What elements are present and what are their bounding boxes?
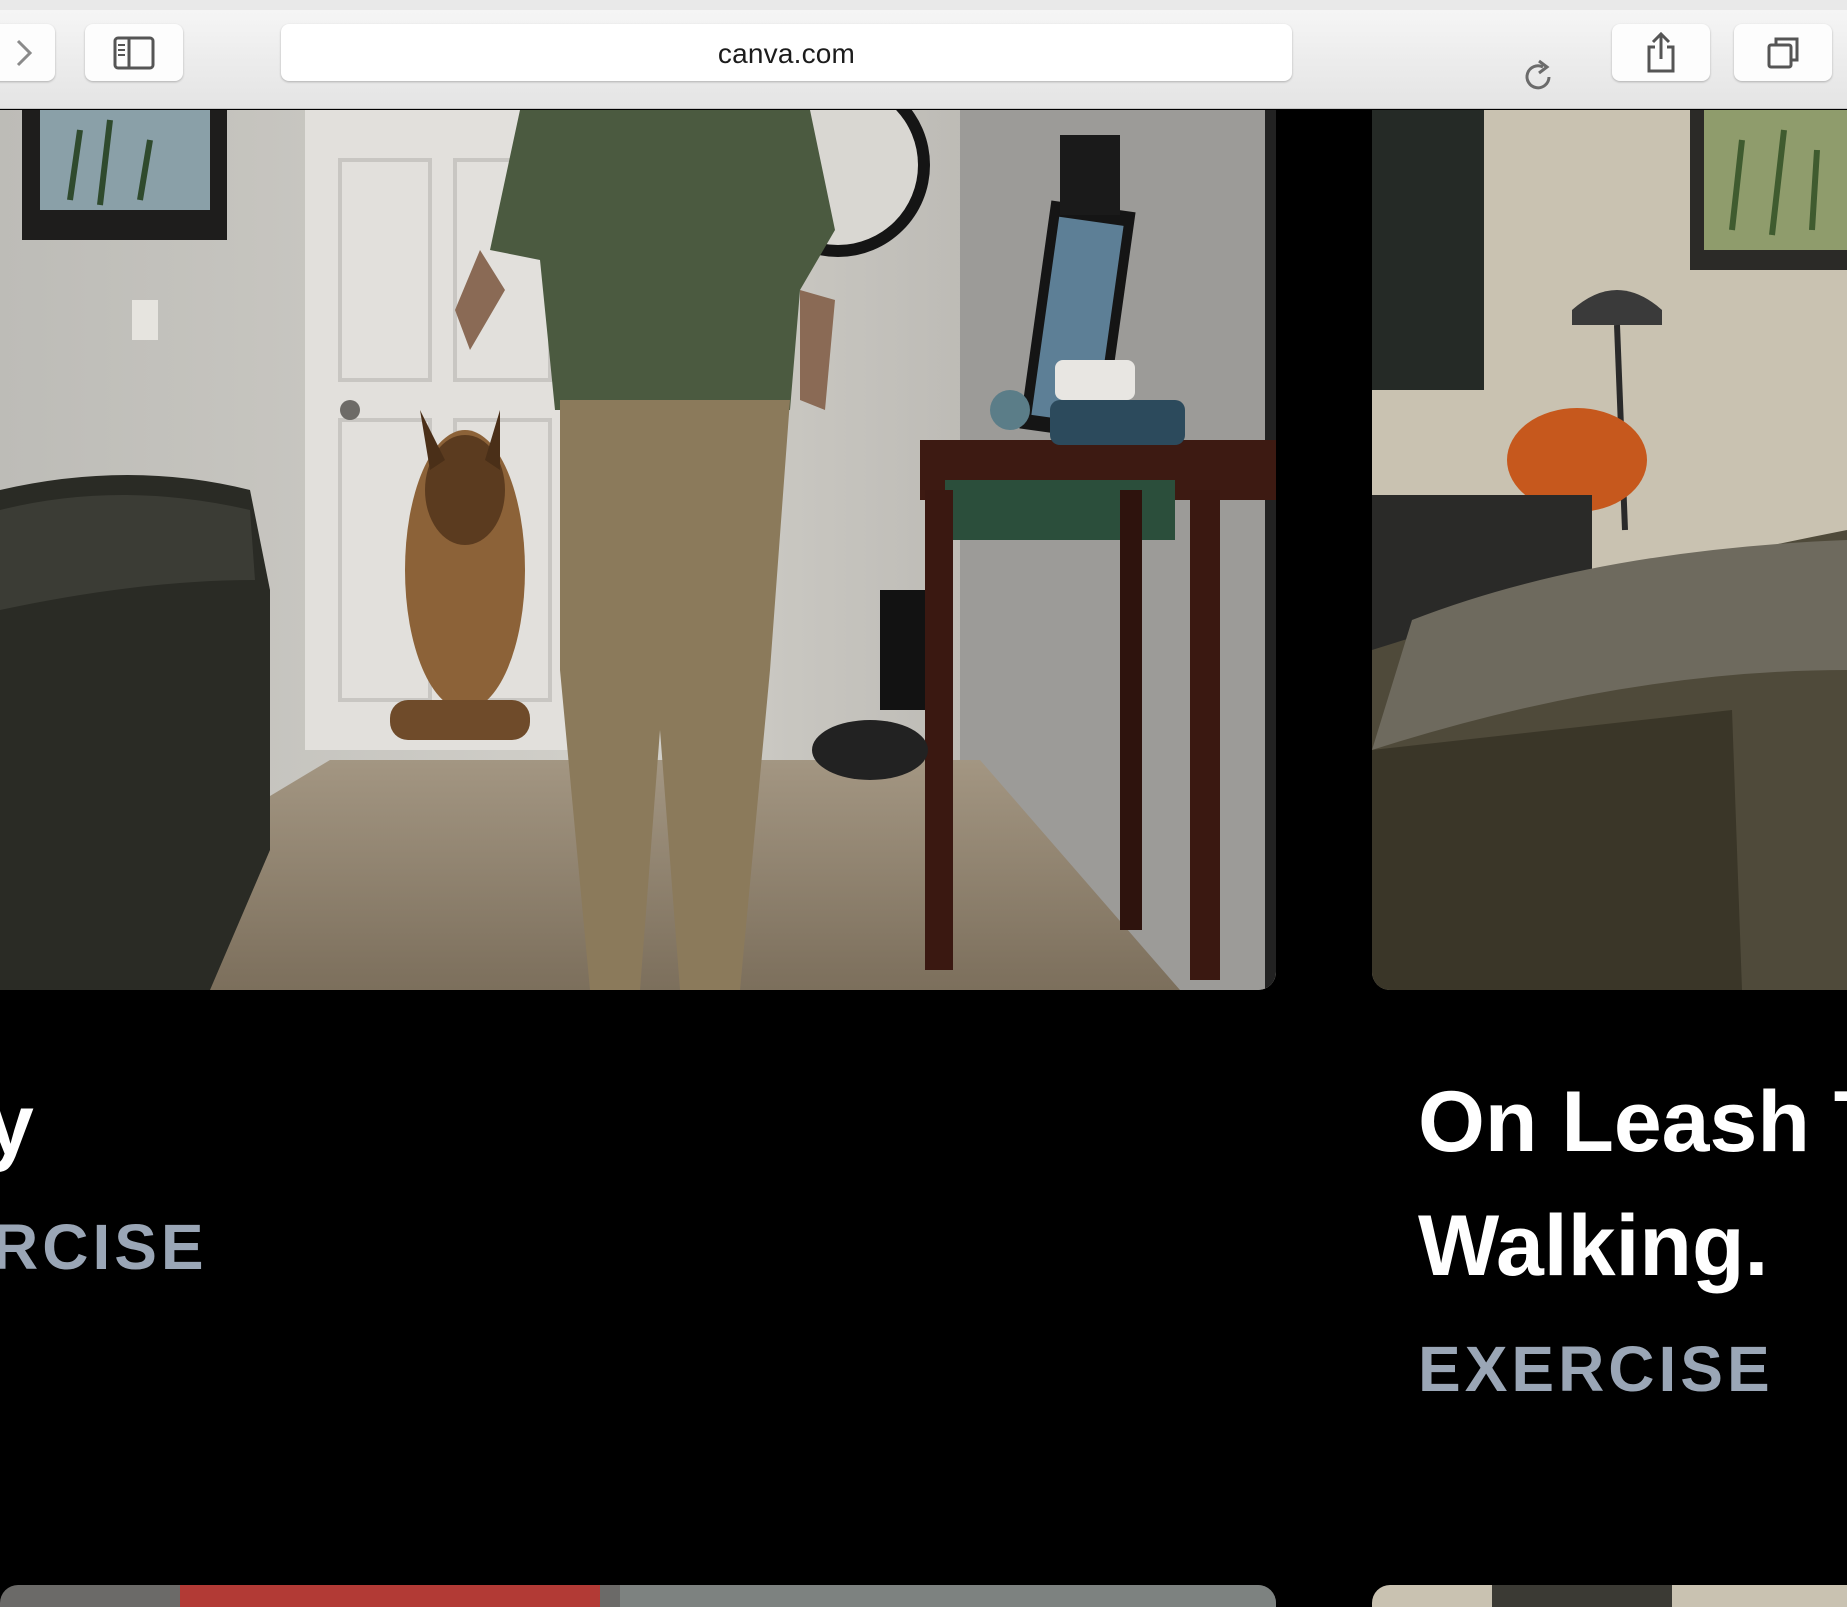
card-category: EXERCISE bbox=[1418, 1333, 1774, 1405]
url-text: canva.com bbox=[717, 38, 856, 69]
card-photo-dog-training[interactable] bbox=[0, 110, 1276, 990]
sidebar-button[interactable] bbox=[85, 24, 183, 81]
tabs-icon bbox=[1767, 37, 1799, 68]
share-icon bbox=[1647, 31, 1675, 72]
reload-icon[interactable] bbox=[1519, 57, 1557, 97]
chevron-right-icon bbox=[16, 39, 32, 66]
share-button[interactable] bbox=[1612, 24, 1710, 81]
tabs-button[interactable] bbox=[1734, 24, 1832, 81]
photo-illustration bbox=[1372, 110, 1847, 990]
card-photo-living-room[interactable] bbox=[1372, 110, 1847, 990]
photo-illustration bbox=[1372, 1585, 1847, 1607]
card-photo-next-row[interactable] bbox=[0, 1585, 1276, 1607]
photo-illustration bbox=[0, 110, 1276, 990]
card-title-line-1[interactable]: On Leash T bbox=[1418, 1060, 1847, 1184]
card-photo-next-row[interactable] bbox=[1372, 1585, 1847, 1607]
browser-toolbar: canva.com bbox=[0, 0, 1847, 109]
photo-illustration bbox=[0, 1585, 1276, 1607]
forward-button[interactable] bbox=[0, 24, 55, 81]
address-bar[interactable]: canva.com bbox=[281, 24, 1551, 90]
card-title-line-2[interactable]: Walking. bbox=[1418, 1184, 1768, 1308]
sidebar-icon bbox=[113, 36, 155, 69]
card-title[interactable]: y bbox=[0, 1063, 34, 1187]
card-category: RCISE bbox=[0, 1211, 208, 1283]
